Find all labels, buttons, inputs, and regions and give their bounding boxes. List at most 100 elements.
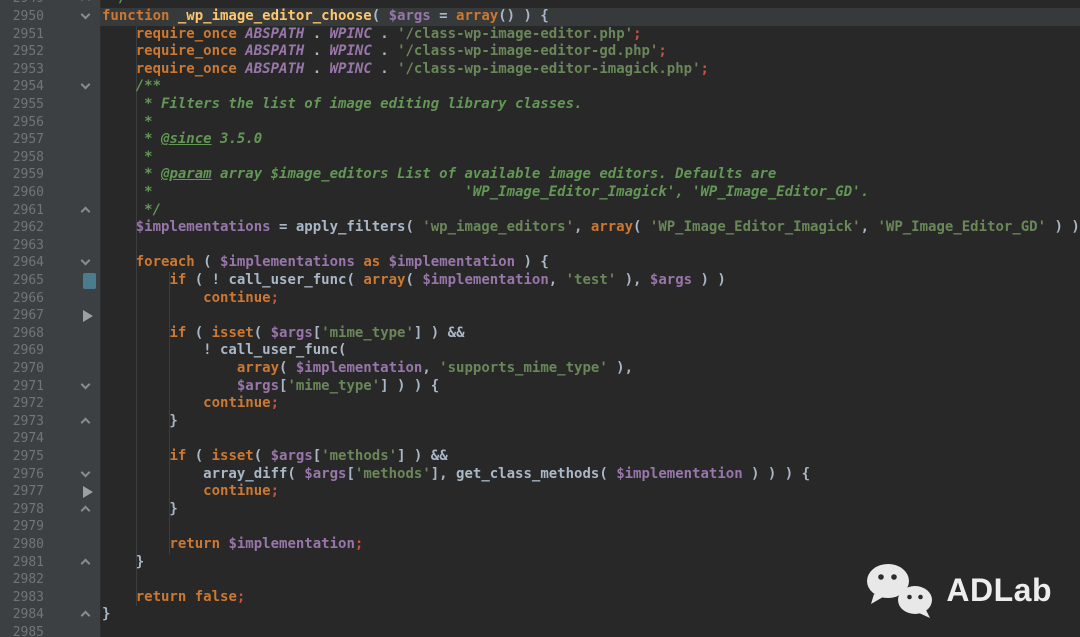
- fold-expand-icon[interactable]: [80, 257, 91, 268]
- fold-expand-icon[interactable]: [80, 381, 91, 392]
- code-text: *: [102, 149, 153, 167]
- code-token: ) ): [692, 272, 726, 288]
- code-text: require_once ABSPATH . WPINC . '/class-w…: [102, 61, 709, 79]
- line-number[interactable]: 2979: [0, 519, 44, 535]
- line-number[interactable]: 2971: [0, 379, 44, 395]
- line-number[interactable]: 2952: [0, 44, 44, 60]
- code-line[interactable]: 2955 * Filters the list of image editing…: [0, 96, 1080, 114]
- line-number[interactable]: 2958: [0, 150, 44, 166]
- code-token: [102, 360, 237, 376]
- line-number[interactable]: 2980: [0, 537, 44, 553]
- line-number[interactable]: 2978: [0, 502, 44, 518]
- code-line[interactable]: 2985: [0, 624, 1080, 637]
- line-number[interactable]: 2954: [0, 79, 44, 95]
- fold-end-icon[interactable]: [80, 504, 91, 515]
- code-token: '/class-wp-image-editor-gd.php': [397, 43, 658, 59]
- fold-end-icon[interactable]: [80, 205, 91, 216]
- code-token: $args: [271, 325, 313, 341]
- line-number[interactable]: 2966: [0, 291, 44, 307]
- line-number[interactable]: 2951: [0, 27, 44, 43]
- line-number[interactable]: 2984: [0, 607, 44, 623]
- code-line[interactable]: 2969 ! call_user_func(: [0, 342, 1080, 360]
- line-number[interactable]: 2953: [0, 62, 44, 78]
- line-number[interactable]: 2961: [0, 203, 44, 219]
- code-line[interactable]: 2964 foreach ( $implementations as $impl…: [0, 254, 1080, 272]
- code-line[interactable]: 2971 $args['mime_type'] ) ) {: [0, 378, 1080, 396]
- fold-expand-icon[interactable]: [80, 11, 91, 22]
- code-line[interactable]: 2970 array( $implementation, 'supports_m…: [0, 360, 1080, 378]
- code-line[interactable]: 2968 if ( isset( $args['mime_type'] ) &&: [0, 325, 1080, 343]
- line-number[interactable]: 2972: [0, 396, 44, 412]
- code-line[interactable]: 2965 if ( ! call_user_func( array( $impl…: [0, 272, 1080, 290]
- line-number[interactable]: 2955: [0, 97, 44, 113]
- line-number[interactable]: 2977: [0, 484, 44, 500]
- line-number[interactable]: 2974: [0, 431, 44, 447]
- line-number[interactable]: 2963: [0, 238, 44, 254]
- code-editor: 2949 */2950function _wp_image_editor_cho…: [0, 0, 1080, 637]
- code-token: ,: [574, 219, 591, 235]
- code-token: isset: [212, 448, 254, 464]
- code-line[interactable]: 2980 return $implementation;: [0, 536, 1080, 554]
- line-number[interactable]: 2981: [0, 555, 44, 571]
- line-number[interactable]: 2959: [0, 167, 44, 183]
- code-line[interactable]: 2956 *: [0, 114, 1080, 132]
- line-number[interactable]: 2960: [0, 185, 44, 201]
- code-token: * Filters the list of image editing libr…: [102, 96, 582, 112]
- code-token: ) ) ) {: [743, 466, 810, 482]
- line-number[interactable]: 2969: [0, 343, 44, 359]
- code-token: array_diff(: [102, 466, 304, 482]
- code-line[interactable]: 2952 require_once ABSPATH . WPINC . '/cl…: [0, 43, 1080, 61]
- fold-expand-icon[interactable]: [80, 81, 91, 92]
- code-line[interactable]: 2953 require_once ABSPATH . WPINC . '/cl…: [0, 61, 1080, 79]
- code-line[interactable]: 2957 * @since 3.5.0: [0, 131, 1080, 149]
- code-line[interactable]: 2967: [0, 307, 1080, 325]
- vcs-change-marker: [83, 273, 96, 290]
- code-line[interactable]: 2951 require_once ABSPATH . WPINC . '/cl…: [0, 26, 1080, 44]
- code-line[interactable]: 2958 *: [0, 149, 1080, 167]
- code-line[interactable]: 2949 */: [0, 0, 1080, 8]
- code-line[interactable]: 2963: [0, 237, 1080, 255]
- code-line[interactable]: 2950function _wp_image_editor_choose( $a…: [0, 8, 1080, 26]
- line-number[interactable]: 2970: [0, 361, 44, 377]
- code-line[interactable]: 2959 * @param array $image_editors List …: [0, 166, 1080, 184]
- line-number[interactable]: 2967: [0, 308, 44, 324]
- line-number[interactable]: 2985: [0, 625, 44, 637]
- line-number[interactable]: 2965: [0, 273, 44, 289]
- line-number[interactable]: 2976: [0, 467, 44, 483]
- code-token: ;: [355, 536, 363, 552]
- fold-end-icon[interactable]: [80, 416, 91, 427]
- line-number[interactable]: 2973: [0, 414, 44, 430]
- code-line[interactable]: 2954 /**: [0, 78, 1080, 96]
- fold-end-icon[interactable]: [80, 0, 91, 4]
- code-line[interactable]: 2978 }: [0, 501, 1080, 519]
- code-token: if: [169, 272, 186, 288]
- code-line[interactable]: 2973 }: [0, 413, 1080, 431]
- code-line[interactable]: 2972 continue;: [0, 395, 1080, 413]
- line-number[interactable]: 2968: [0, 326, 44, 342]
- code-line[interactable]: 2975 if ( isset( $args['methods'] ) &&: [0, 448, 1080, 466]
- code-text: return $implementation;: [102, 536, 363, 554]
- line-number[interactable]: 2983: [0, 590, 44, 606]
- code-line[interactable]: 2979: [0, 518, 1080, 536]
- code-token: $args: [271, 448, 313, 464]
- line-number[interactable]: 2982: [0, 572, 44, 588]
- code-line[interactable]: 2962 $implementations = apply_filters( '…: [0, 219, 1080, 237]
- code-line[interactable]: 2966 continue;: [0, 290, 1080, 308]
- code-line[interactable]: 2960 * 'WP_Image_Editor_Imagick', 'WP_Im…: [0, 184, 1080, 202]
- line-number[interactable]: 2949: [0, 0, 44, 7]
- fold-end-icon[interactable]: [80, 609, 91, 620]
- code-line[interactable]: 2974: [0, 430, 1080, 448]
- fold-expand-icon[interactable]: [80, 469, 91, 480]
- code-line[interactable]: 2976 array_diff( $args['methods'], get_c…: [0, 466, 1080, 484]
- line-number[interactable]: 2962: [0, 220, 44, 236]
- line-number[interactable]: 2964: [0, 255, 44, 271]
- line-number[interactable]: 2975: [0, 449, 44, 465]
- fold-end-icon[interactable]: [80, 557, 91, 568]
- line-number[interactable]: 2956: [0, 115, 44, 131]
- code-token: @since: [161, 131, 212, 147]
- line-number[interactable]: 2957: [0, 132, 44, 148]
- code-line[interactable]: 2977 continue;: [0, 483, 1080, 501]
- code-line[interactable]: 2961 */: [0, 202, 1080, 220]
- code-text: */: [102, 202, 161, 220]
- line-number[interactable]: 2950: [0, 9, 44, 25]
